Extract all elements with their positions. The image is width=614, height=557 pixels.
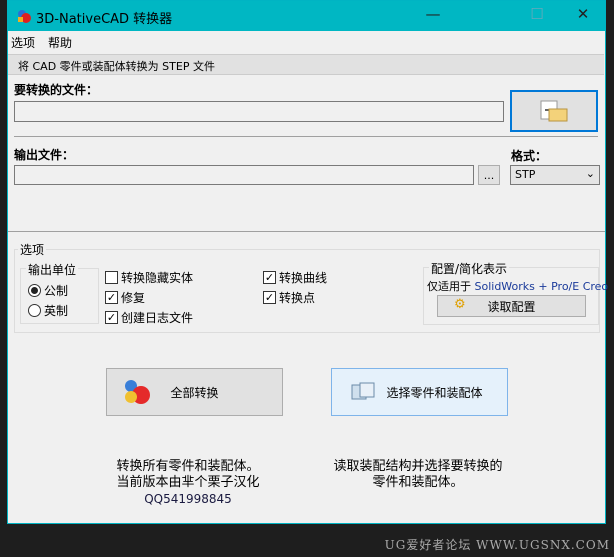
- checkbox-label: 转换隐藏实体: [121, 271, 194, 285]
- convert-all-button[interactable]: 全部转换: [106, 368, 283, 416]
- metric-radio[interactable]: 公制: [28, 282, 68, 299]
- chevron-down-icon: ⌄: [585, 167, 595, 180]
- checkbox-label: 转换曲线: [279, 271, 328, 285]
- checkbox-convert-hidden[interactable]: 转换隐藏实体: [105, 269, 193, 286]
- watermark: UG爱好者论坛 WWW.UGSNX.COM: [384, 538, 610, 552]
- description-banner: 将 CAD 零件或装配体转换为 STEP 文件: [8, 54, 604, 75]
- format-selected: STP: [515, 168, 536, 181]
- desc-line: 读取装配结构并选择要转换的: [333, 459, 503, 474]
- config-title: 配置/简化表示: [429, 260, 510, 277]
- checkbox-convert-curves[interactable]: ✓ 转换曲线: [263, 269, 327, 286]
- qq-number: QQ541998845: [144, 492, 232, 506]
- imperial-label: 英制: [44, 304, 69, 318]
- read-config-button[interactable]: ⚙ 读取配置: [437, 295, 586, 317]
- checkbox-repair[interactable]: ✓ 修复: [105, 289, 145, 306]
- output-file-label: 输出文件：: [14, 148, 75, 162]
- format-label: 格式：: [511, 149, 548, 163]
- checkbox-label: 创建日志文件: [121, 311, 194, 325]
- format-select[interactable]: STP ⌄: [510, 165, 600, 185]
- close-button[interactable]: ✕: [568, 5, 598, 27]
- select-parts-label: 选择零件和装配体: [386, 385, 483, 400]
- browse-input-button[interactable]: [510, 90, 598, 132]
- window-title: 3D-NativeCAD 转换器: [36, 12, 173, 27]
- menu-bar: 选项 帮助: [8, 34, 82, 52]
- read-config-label: 读取配置: [487, 299, 536, 314]
- select-parts-button[interactable]: 选择零件和装配体: [331, 368, 508, 416]
- desc-line: 零件和装配体。: [372, 475, 464, 490]
- gear-icon: ⚙: [454, 297, 466, 312]
- options-title: 选项: [18, 241, 47, 258]
- convert-all-description: 转换所有零件和装配体。 当前版本由芈个栗子汉化 QQ541998845: [98, 459, 278, 507]
- convert-all-label: 全部转换: [170, 385, 219, 400]
- maximize-button[interactable]: ☐: [522, 5, 552, 27]
- minimize-button[interactable]: —: [418, 5, 448, 27]
- select-parts-description: 读取装配结构并选择要转换的 零件和装配体。: [308, 459, 528, 491]
- config-note-prefix: 仅适用于: [427, 280, 475, 293]
- checkbox-label: 转换点: [279, 291, 316, 305]
- units-title: 输出单位: [26, 261, 79, 278]
- converter-window: 3D-NativeCAD 转换器 — ☐ ✕ 选项 帮助 将 CAD 零件或装配体…: [7, 0, 608, 524]
- checkbox-convert-points[interactable]: ✓ 转换点: [263, 289, 315, 306]
- checkbox-create-log[interactable]: ✓ 创建日志文件: [105, 309, 193, 326]
- title-bar[interactable]: 3D-NativeCAD 转换器 — ☐ ✕: [8, 1, 605, 31]
- checkbox-label: 修复: [121, 291, 146, 305]
- browse-output-button[interactable]: ...: [478, 165, 500, 185]
- assembly-icon: [351, 382, 375, 400]
- menu-help[interactable]: 帮助: [48, 34, 72, 51]
- metric-label: 公制: [44, 284, 69, 298]
- config-note: 仅适用于 SolidWorks + Pro/E Creo: [427, 278, 608, 294]
- convert-all-icon: [125, 380, 150, 404]
- input-file-label: 要转换的文件：: [14, 83, 99, 97]
- desc-line: 转换所有零件和装配体。: [116, 459, 260, 474]
- open-folder-icon: [540, 100, 568, 122]
- imperial-radio[interactable]: 英制: [28, 302, 68, 319]
- menu-options[interactable]: 选项: [11, 34, 35, 51]
- config-note-apps: SolidWorks + Pro/E Creo: [474, 280, 609, 293]
- desc-line: 当前版本由芈个栗子汉化: [116, 475, 260, 490]
- input-file-field[interactable]: [14, 101, 504, 122]
- app-logo-icon: [16, 8, 32, 24]
- output-file-field[interactable]: [14, 165, 474, 185]
